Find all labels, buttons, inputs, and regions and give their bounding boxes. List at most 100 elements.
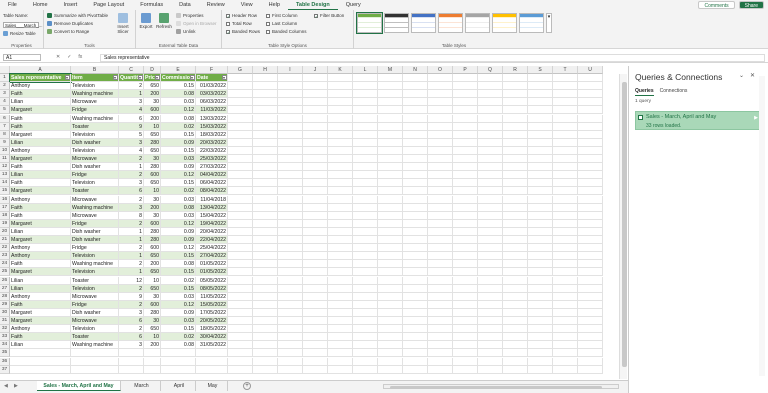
table-cell[interactable]: 2	[119, 244, 144, 253]
table-cell[interactable]: 6	[119, 187, 144, 196]
table-cell[interactable]: Dish washer	[71, 236, 119, 245]
grid-cell[interactable]	[303, 195, 328, 204]
table-cell[interactable]: 0.15	[161, 325, 196, 334]
query-item[interactable]: Sales - March, April and May 33 rows loa…	[635, 111, 761, 130]
grid-cell[interactable]	[503, 349, 528, 358]
grid-cell[interactable]	[453, 252, 478, 261]
grid-cell[interactable]	[328, 114, 353, 123]
grid-cell[interactable]	[428, 82, 453, 91]
grid-cell[interactable]	[253, 300, 278, 309]
grid-cell[interactable]	[253, 90, 278, 99]
grid-cell[interactable]	[228, 98, 253, 107]
grid-cell[interactable]	[378, 227, 403, 236]
row-header[interactable]: 13	[0, 171, 10, 180]
table-cell[interactable]: 0.12	[161, 244, 196, 253]
grid-cell[interactable]	[144, 365, 161, 374]
grid-cell[interactable]	[278, 211, 303, 220]
grid-cell[interactable]	[528, 130, 553, 139]
grid-cell[interactable]	[328, 236, 353, 245]
grid-cell[interactable]	[303, 300, 328, 309]
grid-cell[interactable]	[478, 292, 503, 301]
grid-cell[interactable]	[503, 357, 528, 366]
grid-cell[interactable]	[403, 122, 428, 131]
grid-cell[interactable]	[253, 82, 278, 91]
grid-cell[interactable]	[478, 187, 503, 196]
grid-cell[interactable]	[528, 252, 553, 261]
table-style-swatch[interactable]	[519, 13, 544, 33]
grid-cell[interactable]	[253, 244, 278, 253]
filter-dropdown-icon[interactable]: ▾	[64, 75, 70, 80]
table-cell[interactable]: 1	[119, 252, 144, 261]
grid-cell[interactable]	[378, 236, 403, 245]
table-cell[interactable]: 1	[119, 90, 144, 99]
grid-cell[interactable]	[253, 74, 278, 83]
grid-cell[interactable]	[553, 74, 578, 83]
grid-cell[interactable]	[161, 365, 196, 374]
table-cell[interactable]: Dish washer	[71, 227, 119, 236]
grid-cell[interactable]	[303, 146, 328, 155]
next-sheet-icon[interactable]: ▶	[14, 383, 18, 389]
row-header[interactable]: 29	[0, 300, 10, 309]
table-cell[interactable]: 1	[119, 268, 144, 277]
grid-cell[interactable]	[378, 357, 403, 366]
column-header[interactable]: O	[428, 66, 453, 74]
grid-cell[interactable]	[353, 333, 378, 342]
row-header[interactable]: 26	[0, 276, 10, 285]
grid-cell[interactable]	[403, 284, 428, 293]
grid-cell[interactable]	[228, 74, 253, 83]
table-cell[interactable]: 12	[119, 276, 144, 285]
grid-cell[interactable]	[378, 244, 403, 253]
grid-cell[interactable]	[428, 333, 453, 342]
name-box[interactable]: A1	[3, 54, 41, 61]
table-cell[interactable]: Television	[71, 268, 119, 277]
grid-cell[interactable]	[328, 308, 353, 317]
menu-tab-file[interactable]: File	[0, 0, 25, 10]
grid-cell[interactable]	[503, 300, 528, 309]
grid-cell[interactable]	[578, 203, 603, 212]
grid-cell[interactable]	[278, 292, 303, 301]
select-all-corner[interactable]	[0, 66, 10, 74]
grid-cell[interactable]	[10, 349, 71, 358]
sheet-tab[interactable]: May Sales	[198, 381, 228, 391]
grid-cell[interactable]	[428, 138, 453, 147]
table-cell[interactable]: 2	[119, 300, 144, 309]
grid-cell[interactable]	[253, 211, 278, 220]
table-cell[interactable]: 13/03/2022	[196, 114, 228, 123]
grid-cell[interactable]	[428, 219, 453, 228]
sheet-tab[interactable]: April Sales	[163, 381, 196, 391]
table-cell[interactable]: 22/03/2022	[196, 146, 228, 155]
grid-cell[interactable]	[378, 260, 403, 269]
grid-cell[interactable]	[453, 138, 478, 147]
table-cell[interactable]: 0.03	[161, 155, 196, 164]
grid-cell[interactable]	[253, 227, 278, 236]
grid-cell[interactable]	[278, 187, 303, 196]
table-cell[interactable]: 3	[119, 138, 144, 147]
grid-cell[interactable]	[528, 325, 553, 334]
table-cell[interactable]: 20/04/2022	[196, 227, 228, 236]
grid-cell[interactable]	[253, 155, 278, 164]
header-row-checkbox[interactable]: ✓	[226, 13, 230, 18]
table-cell[interactable]: 200	[144, 260, 161, 269]
share-button[interactable]: Share	[738, 1, 764, 9]
grid-cell[interactable]	[228, 114, 253, 123]
grid-cell[interactable]	[453, 349, 478, 358]
row-header[interactable]: 15	[0, 187, 10, 196]
grid-cell[interactable]	[403, 203, 428, 212]
grid-cell[interactable]	[478, 98, 503, 107]
table-cell[interactable]: 600	[144, 106, 161, 115]
grid-cell[interactable]	[453, 155, 478, 164]
table-cell[interactable]: 0.15	[161, 252, 196, 261]
grid-cell[interactable]	[303, 292, 328, 301]
grid-cell[interactable]	[228, 357, 253, 366]
grid-cell[interactable]	[378, 252, 403, 261]
filter-button-option[interactable]: ✓ Filter Button	[314, 13, 344, 18]
table-cell[interactable]: 0.15	[161, 268, 196, 277]
grid-cell[interactable]	[453, 300, 478, 309]
row-header[interactable]: 21	[0, 236, 10, 245]
grid-cell[interactable]	[503, 333, 528, 342]
grid-cell[interactable]	[453, 341, 478, 350]
grid-cell[interactable]	[453, 82, 478, 91]
grid-cell[interactable]	[303, 276, 328, 285]
insert-slicer-button[interactable]: Insert Slicer	[114, 13, 132, 34]
grid-cell[interactable]	[428, 155, 453, 164]
